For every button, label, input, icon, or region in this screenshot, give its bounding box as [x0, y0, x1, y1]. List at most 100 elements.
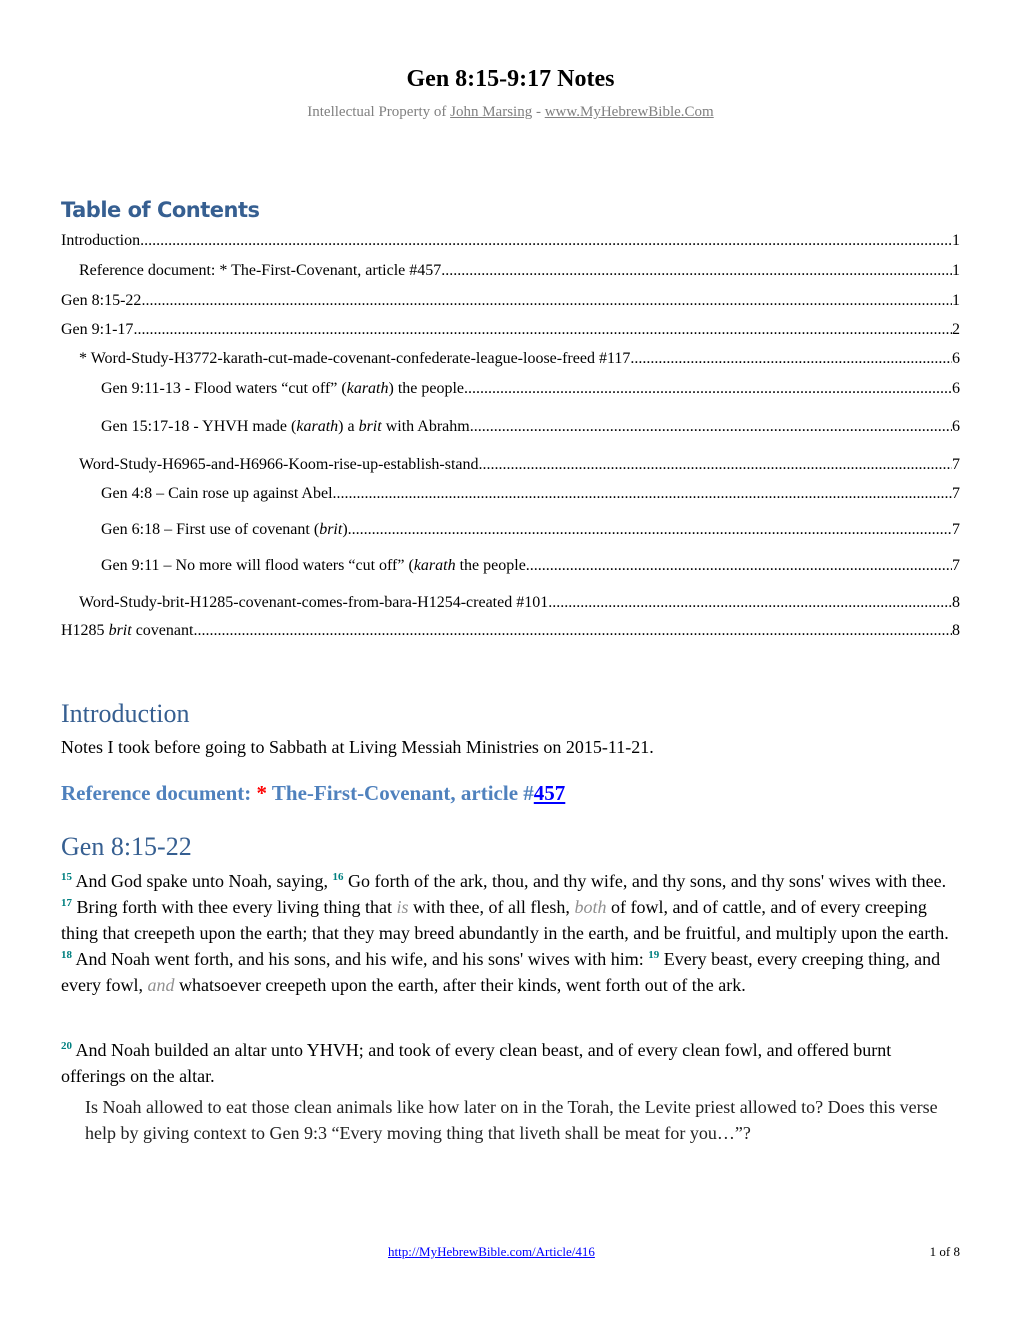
toc-page-number: 7 [952, 557, 960, 574]
toc-label-part: karath [296, 418, 339, 435]
author-link[interactable]: John Marsing [450, 104, 532, 120]
toc-label-part: Word-Study-H6965-and-H6966-Koom-rise-up-… [79, 456, 479, 473]
toc-dot-leader [133, 321, 952, 339]
toc-page-number: 6 [952, 350, 960, 367]
toc-dot-leader [479, 456, 952, 474]
toc-entry[interactable]: Gen 15:17-18 - YHVH made (karath) a brit… [61, 418, 960, 440]
toc-page-number: 1 [952, 262, 960, 279]
site-link[interactable]: www.MyHebrewBible.Com [545, 104, 714, 120]
verse-number: 17 [61, 897, 72, 909]
toc-label-part: Gen 9:11 – No more will flood waters “cu… [101, 557, 414, 574]
toc-dot-leader [193, 622, 952, 640]
toc-dot-leader [464, 380, 952, 398]
toc-page-number: 6 [952, 418, 960, 435]
toc-entry-label: Gen 9:11 – No more will flood waters “cu… [101, 557, 526, 575]
document-title: Gen 8:15-9:17 Notes [406, 66, 615, 92]
verse-number: 15 [61, 871, 72, 883]
toc-entry[interactable]: Gen 9:11-13 - Flood waters “cut off” (ka… [61, 380, 960, 402]
toc-entry[interactable]: Gen 6:18 – First use of covenant (brit) 7 [61, 521, 960, 543]
toc-dot-leader [470, 418, 952, 436]
toc-page-number: 6 [952, 380, 960, 397]
verse-text: And Noah went forth, and his sons, and h… [72, 949, 649, 969]
verse-text: And Noah builded an altar unto YHVH; and… [61, 1040, 892, 1086]
toc-label-part: ) the people [388, 380, 465, 397]
toc-label-part: ) a [338, 418, 359, 435]
added-word: is [396, 897, 409, 917]
toc-entry[interactable]: Gen 9:1-17 2 [61, 321, 960, 343]
toc-entry[interactable]: * Word-Study-H3772-karath-cut-made-coven… [61, 350, 960, 372]
toc-label-part: brit [358, 418, 382, 435]
toc-page-number: 7 [952, 521, 960, 538]
added-word: both [574, 897, 607, 917]
toc-entry[interactable]: Word-Study-brit-H1285-covenant-comes-fro… [61, 594, 960, 616]
toc-label-part: * Word-Study-H3772-karath-cut-made-coven… [79, 350, 631, 367]
toc-label-part: Reference document: * The-First-Covenant… [79, 262, 442, 279]
toc-dot-leader [348, 521, 952, 539]
toc-entry-label: Gen 9:11-13 - Flood waters “cut off” (ka… [101, 380, 464, 398]
study-note: Is Noah allowed to eat those clean anima… [85, 1097, 938, 1143]
introduction-text: Notes I took before going to Sabbath at … [61, 737, 654, 757]
toc-dot-leader [141, 292, 952, 310]
toc-entry-label: Gen 9:1-17 [61, 321, 133, 339]
toc-entry[interactable]: H1285 brit covenant 8 [61, 622, 960, 644]
star-marker: * [256, 781, 268, 805]
toc-dot-leader [140, 232, 952, 250]
toc-dot-leader [441, 262, 952, 280]
gen8-paragraph-1: 15 And God spake unto Noah, saying, 16 G… [61, 868, 960, 998]
toc-label-part: brit [319, 521, 343, 538]
toc-label-part: the people [455, 557, 526, 574]
toc-page-number: 1 [952, 292, 960, 309]
toc-label-part: covenant [131, 622, 194, 639]
toc-entry[interactable]: Word-Study-H6965-and-H6966-Koom-rise-up-… [61, 456, 960, 478]
toc-label-part: brit [108, 622, 132, 639]
reference-heading: Reference document: * The-First-Covenant… [61, 781, 565, 806]
toc-entry-label: Gen 15:17-18 - YHVH made (karath) a brit… [101, 418, 470, 436]
verse-text: Bring forth with thee every living thing… [72, 897, 397, 917]
toc-page-number: 8 [952, 622, 960, 639]
gen8-paragraph-2: 20 And Noah builded an altar unto YHVH; … [61, 1037, 960, 1089]
introduction-heading: Introduction [61, 699, 190, 728]
verse-text: Go forth of the ark, thou, and thy wife,… [343, 871, 947, 891]
verse-text: with thee, of all flesh, [408, 897, 575, 917]
toc-label-part: karath [413, 557, 456, 574]
toc-label-part: Word-Study-brit-H1285-covenant-comes-fro… [79, 594, 549, 611]
toc-dot-leader [333, 485, 952, 503]
toc-entry[interactable]: Gen 8:15-22 1 [61, 292, 960, 314]
toc-dot-leader [548, 594, 952, 612]
verse-number: 20 [61, 1040, 72, 1052]
gen8-heading: Gen 8:15-22 [61, 832, 192, 861]
toc-entry[interactable]: Introduction 1 [61, 232, 960, 254]
reference-heading-middle: The-First-Covenant, article # [267, 781, 534, 805]
verse-number: 16 [332, 871, 344, 883]
toc-entry[interactable]: Gen 4:8 – Cain rose up against Abel 7 [61, 485, 960, 507]
toc-entry[interactable]: Reference document: * The-First-Covenant… [61, 262, 960, 284]
verse-text: whatsoever creepeth upon the earth, afte… [174, 975, 746, 995]
toc-dot-leader [526, 557, 952, 575]
toc-label-part: karath [346, 380, 389, 397]
verse-number: 19 [648, 949, 660, 961]
toc-entry[interactable]: Gen 9:11 – No more will flood waters “cu… [61, 557, 960, 579]
toc-dot-leader [630, 350, 952, 368]
article-457-link[interactable]: 457 [534, 781, 566, 805]
toc-label-part: Gen 15:17-18 - YHVH made ( [101, 418, 297, 435]
subtitle-prefix: Intellectual Property of [307, 104, 451, 120]
toc-heading: Table of Contents [61, 198, 260, 222]
toc-label-part: Gen 8:15-22 [61, 292, 142, 309]
toc-label-part: Gen 9:11-13 - Flood waters “cut off” ( [101, 380, 347, 397]
toc-entry-label: * Word-Study-H3772-karath-cut-made-coven… [79, 350, 630, 368]
toc-label-part: Introduction [61, 232, 141, 249]
toc-label-part: Gen 9:1-17 [61, 321, 134, 338]
toc-page-number: 7 [952, 485, 960, 502]
page-indicator: 1 of 8 [929, 1244, 960, 1259]
subtitle-separator: - [532, 104, 545, 120]
footer-article-link[interactable]: http://MyHebrewBible.com/Article/416 [388, 1244, 595, 1260]
toc-label-part: with Abrahm [381, 418, 470, 435]
toc-entry-label: Introduction [61, 232, 140, 250]
document-subtitle: Intellectual Property of John Marsing - … [61, 104, 960, 121]
toc-entry-label: Word-Study-H6965-and-H6966-Koom-rise-up-… [79, 456, 479, 474]
toc-label-part: Gen 6:18 – First use of covenant ( [101, 521, 320, 538]
added-word: and [147, 975, 175, 995]
toc-entry-label: Gen 8:15-22 [61, 292, 141, 310]
toc-entry-label: H1285 brit covenant [61, 622, 193, 640]
toc-entry-label: Word-Study-brit-H1285-covenant-comes-fro… [79, 594, 548, 612]
